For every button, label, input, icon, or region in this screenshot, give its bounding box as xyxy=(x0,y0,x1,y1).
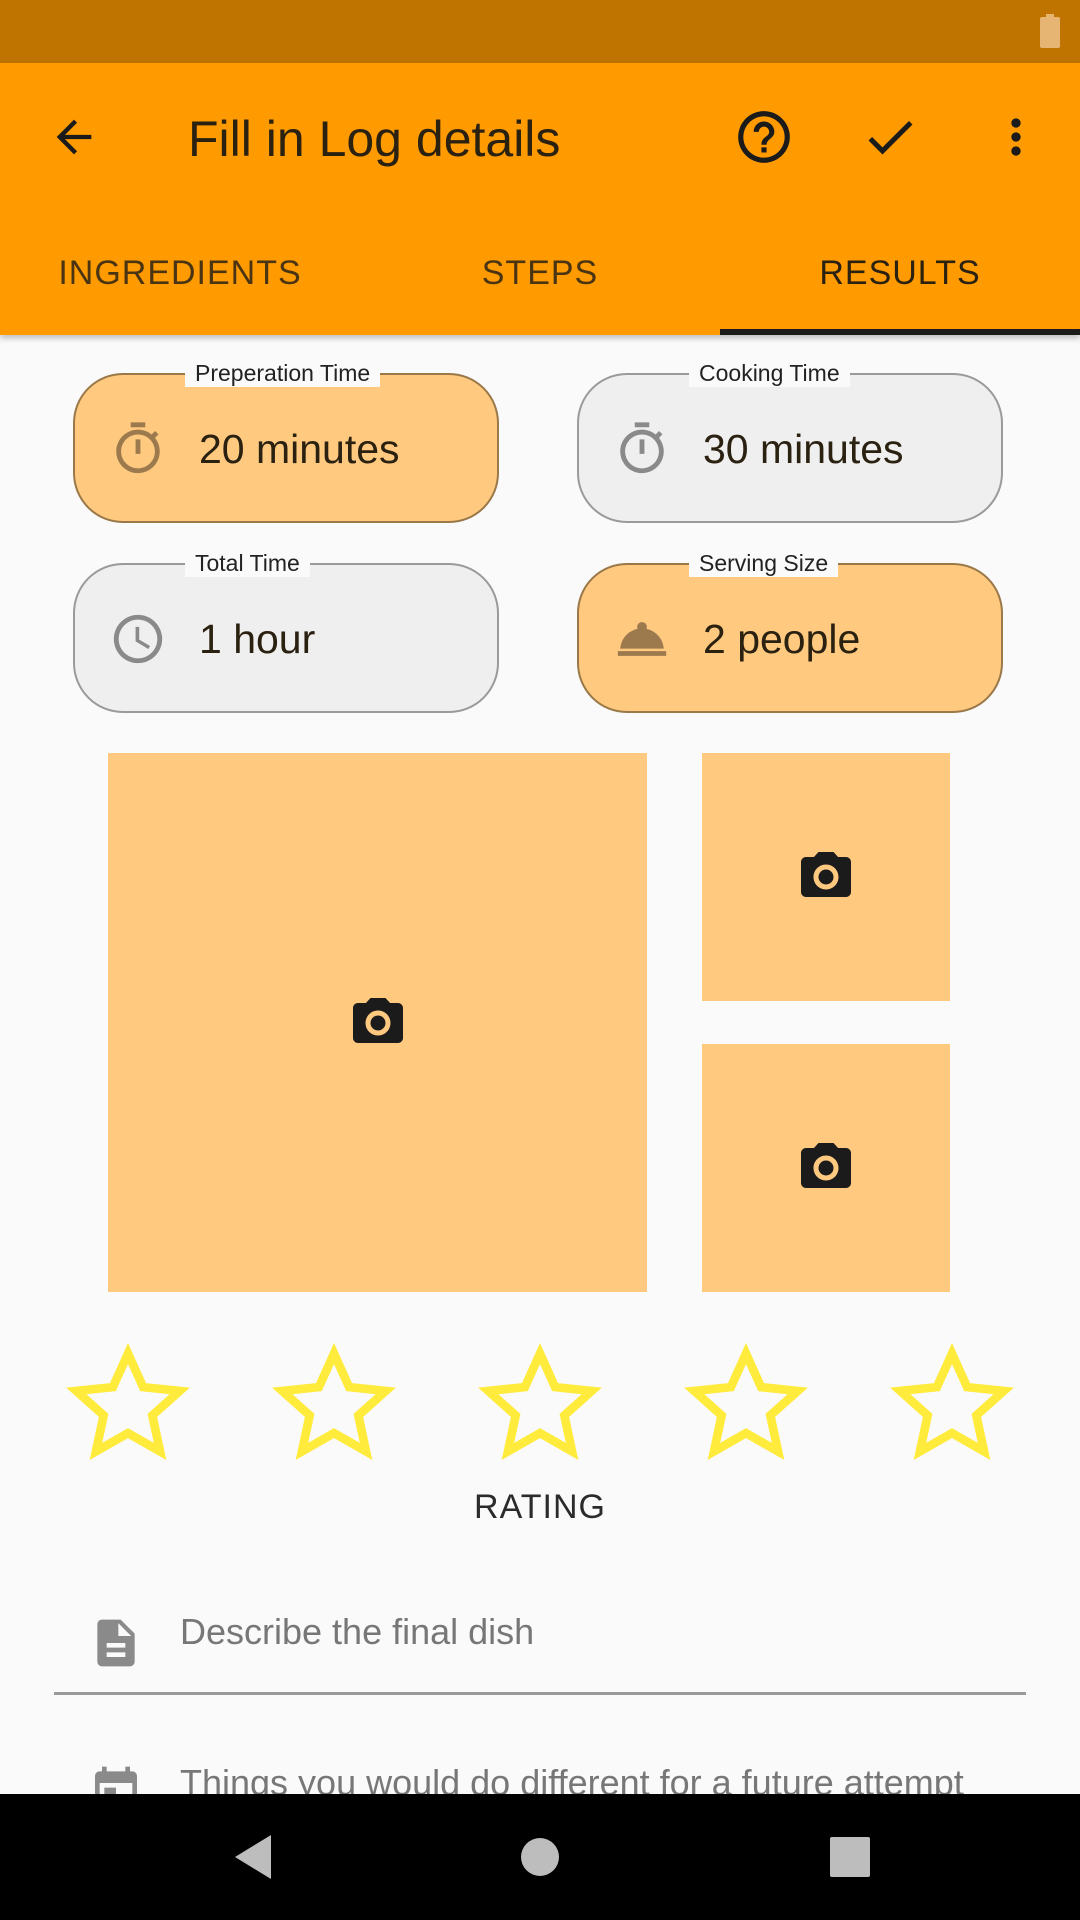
camera-icon xyxy=(352,997,403,1043)
arrow-back-icon xyxy=(56,119,92,155)
field-label: Serving Size xyxy=(689,549,839,577)
star-3-icon[interactable] xyxy=(472,1340,608,1470)
camera-icon xyxy=(801,852,851,897)
total-time-field[interactable]: Total Time 1 hour xyxy=(73,549,499,713)
rating-stars xyxy=(0,1340,1080,1470)
field-label: Total Time xyxy=(185,549,310,577)
help-button[interactable] xyxy=(730,103,798,171)
field-value: 1 hour xyxy=(199,616,316,662)
main-photo-slot[interactable] xyxy=(108,753,647,1292)
description-input[interactable] xyxy=(180,1611,1000,1653)
more-vert-icon xyxy=(1011,118,1021,156)
camera-icon xyxy=(801,1143,851,1188)
toolbar: Fill in Log details xyxy=(0,63,1080,211)
field-value: 2 people xyxy=(703,616,861,662)
description-field xyxy=(54,1575,1026,1695)
room-service-icon xyxy=(617,622,667,656)
clock-icon xyxy=(113,614,163,664)
battery-icon xyxy=(1040,14,1060,48)
tab-results[interactable]: RESULTS xyxy=(720,211,1080,335)
nav-home-button[interactable] xyxy=(505,1822,575,1892)
status-bar xyxy=(0,0,1080,63)
triangle-back-icon xyxy=(235,1835,271,1879)
field-label: Cooking Time xyxy=(689,359,850,387)
timer-icon xyxy=(116,422,160,474)
confirm-button[interactable] xyxy=(856,103,924,171)
serving-size-field[interactable]: Serving Size 2 people xyxy=(577,549,1003,713)
tab-ingredients[interactable]: INGREDIENTS xyxy=(0,211,360,335)
photo-slot-3[interactable] xyxy=(702,1044,950,1292)
star-5-icon[interactable] xyxy=(884,1340,1020,1470)
nav-back-button[interactable] xyxy=(218,1822,288,1892)
description-icon xyxy=(97,1619,135,1667)
field-value: 20 minutes xyxy=(199,426,400,472)
tab-steps[interactable]: STEPS xyxy=(360,211,720,335)
star-1-icon[interactable] xyxy=(60,1340,196,1470)
tab-bar: INGREDIENTS STEPS RESULTS xyxy=(0,211,1080,335)
system-nav-bar xyxy=(0,1794,1080,1920)
preparation-time-field[interactable]: Preperation Time 20 minutes xyxy=(73,359,499,523)
star-4-icon[interactable] xyxy=(678,1340,814,1470)
page-title: Fill in Log details xyxy=(188,111,561,167)
check-icon xyxy=(868,120,913,155)
cooking-time-field[interactable]: Cooking Time 30 minutes xyxy=(577,359,1003,523)
nav-recents-button[interactable] xyxy=(815,1822,885,1892)
help-circle-icon xyxy=(738,111,790,163)
overflow-menu-button[interactable] xyxy=(982,103,1050,171)
divider xyxy=(54,1692,1026,1695)
field-label: Preperation Time xyxy=(185,359,381,387)
star-2-icon[interactable] xyxy=(266,1340,402,1470)
back-button[interactable] xyxy=(40,103,108,171)
photo-slot-2[interactable] xyxy=(702,753,950,1001)
app-bar: Fill in Log details INGREDIENTS STEPS RE… xyxy=(0,63,1080,335)
field-value: 30 minutes xyxy=(703,426,904,472)
circle-home-icon xyxy=(521,1838,559,1876)
rating-label: RATING xyxy=(474,1488,606,1526)
square-recents-icon xyxy=(830,1837,870,1877)
timer-icon xyxy=(620,422,664,474)
